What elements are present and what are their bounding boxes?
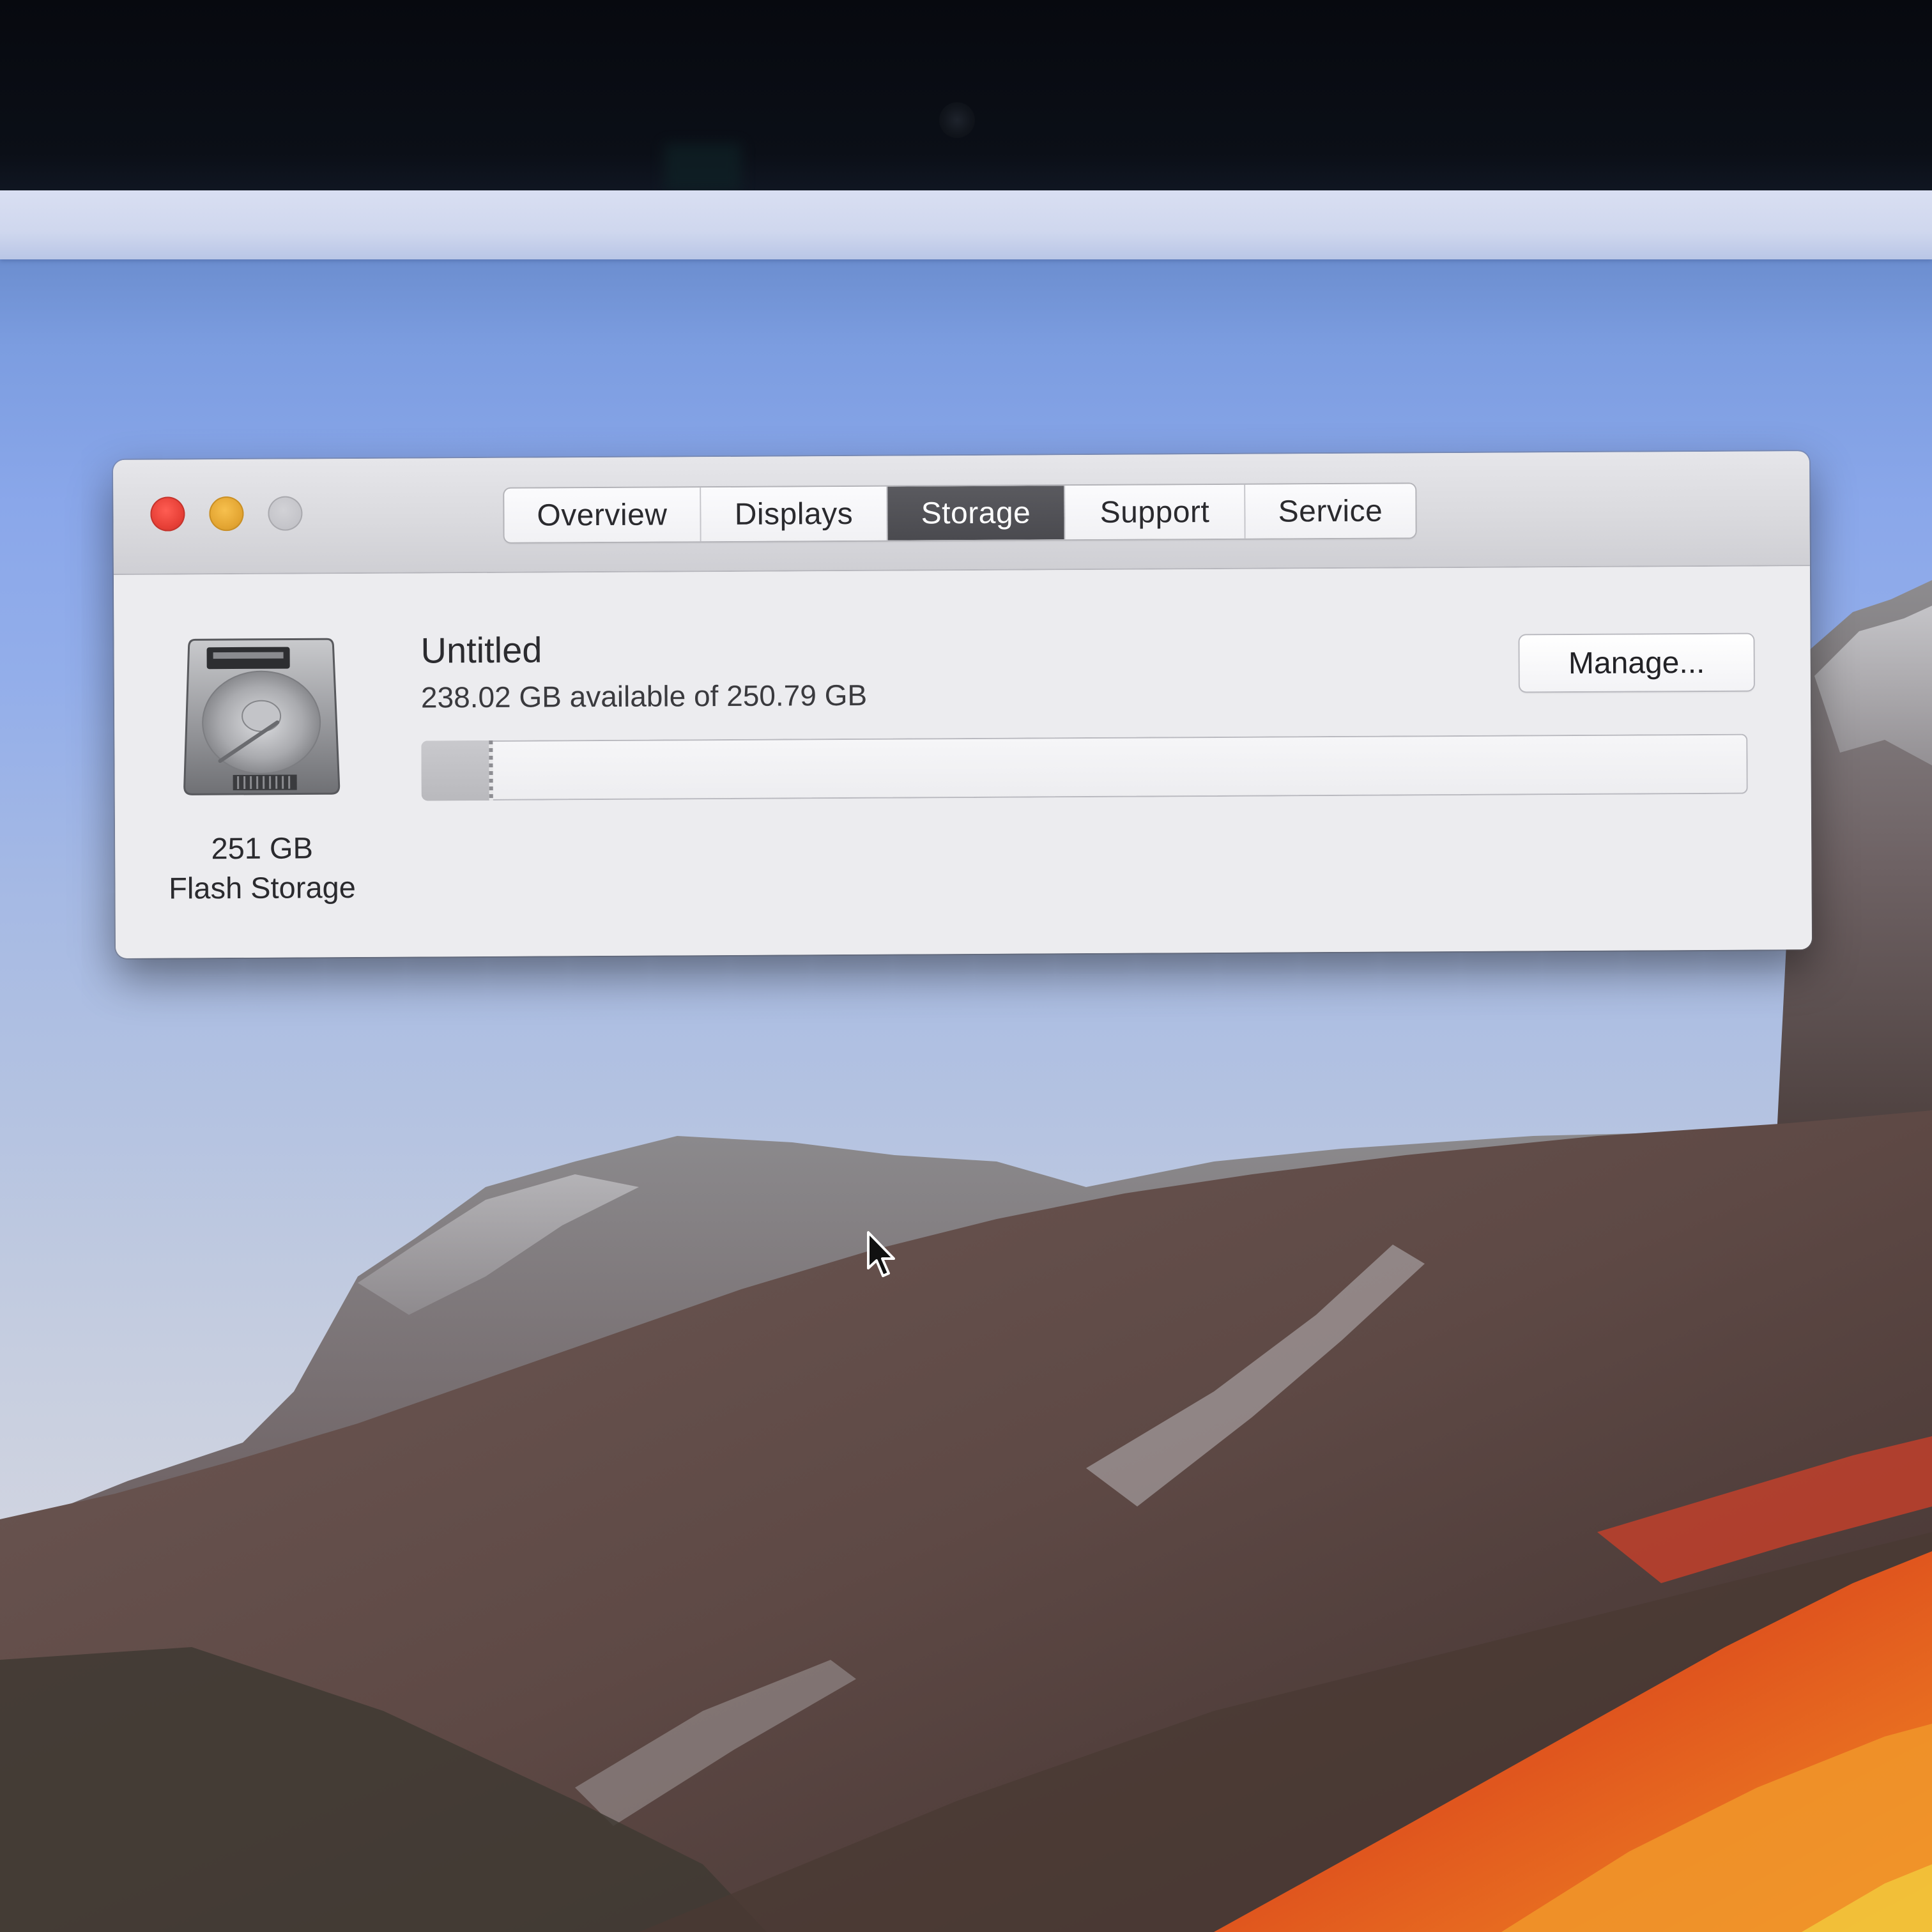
tab-overview[interactable]: Overview <box>504 487 702 542</box>
storage-usage-bar[interactable] <box>421 733 1748 801</box>
zoom-window-button[interactable] <box>268 496 303 531</box>
tab-bar: Overview Displays Storage Support Servic… <box>504 484 1416 542</box>
disk-type: Flash Storage <box>169 870 356 905</box>
photo-scene: Overview Displays Storage Support Servic… <box>0 0 1932 1932</box>
arrow-cursor-icon <box>867 1231 895 1277</box>
about-this-mac-window: Overview Displays Storage Support Servic… <box>113 451 1813 958</box>
minimize-window-button[interactable] <box>209 496 244 532</box>
bezel-reflection <box>664 144 741 192</box>
window-titlebar[interactable]: Overview Displays Storage Support Servic… <box>113 451 1810 575</box>
manage-button[interactable]: Manage... <box>1519 634 1754 692</box>
tab-service[interactable]: Service <box>1245 484 1416 539</box>
volume-name: Untitled <box>420 629 542 671</box>
storage-used-segment <box>421 740 493 801</box>
tab-displays[interactable]: Displays <box>701 486 888 542</box>
disk-description: 251 GB Flash Storage <box>141 828 384 908</box>
close-window-button[interactable] <box>150 496 185 532</box>
storage-pane: 251 GB Flash Storage Untitled 238.02 GB … <box>113 566 1813 958</box>
camera-icon <box>939 102 975 138</box>
disk-capacity: 251 GB <box>211 831 314 866</box>
tab-support[interactable]: Support <box>1065 484 1246 540</box>
monitor-bezel <box>0 0 1932 192</box>
hard-drive-icon <box>183 638 341 795</box>
tab-storage[interactable]: Storage <box>887 486 1066 540</box>
volume-availability: 238.02 GB available of 250.79 GB <box>420 678 868 714</box>
